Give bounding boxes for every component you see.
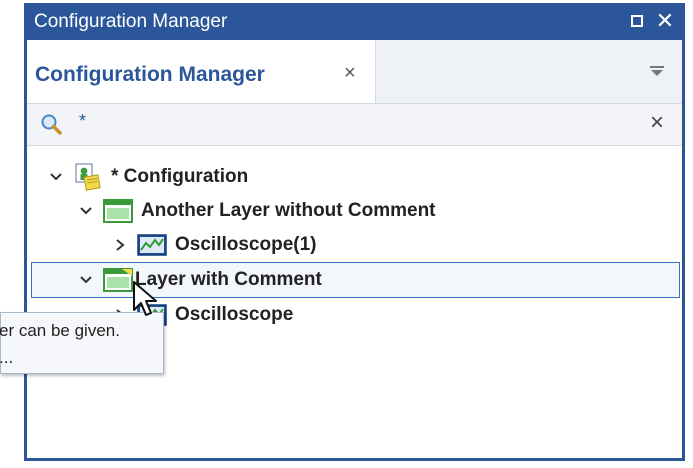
tooltip-line-1: er can be given.: [0, 321, 120, 340]
window-close-button[interactable]: ✕: [653, 9, 677, 33]
window-titlebar[interactable]: Configuration Manager ✕: [24, 3, 685, 40]
tab-label: Configuration Manager: [35, 63, 265, 86]
chevron-down-icon[interactable]: [79, 204, 93, 218]
comment-tooltip: er can be given. ...: [0, 312, 164, 374]
chevron-right-icon[interactable]: [113, 238, 127, 252]
close-icon: ✕: [655, 8, 675, 33]
window-title: Configuration Manager: [34, 11, 228, 32]
restore-button[interactable]: [625, 9, 649, 33]
oscilloscope-icon: [137, 234, 167, 256]
panel-client-area: Configuration Manager × * × * Configurat…: [27, 40, 682, 458]
mouse-cursor-icon: [133, 281, 157, 316]
tree-item-configuration[interactable]: * Configuration: [49, 160, 248, 194]
chevron-down-icon[interactable]: [79, 273, 93, 287]
layer-icon: [103, 199, 133, 223]
tree-label: Oscilloscope: [175, 304, 294, 325]
restore-icon: [631, 15, 643, 27]
tree-label: Another Layer without Comment: [141, 200, 436, 221]
tooltip-line-2: ...: [0, 348, 14, 367]
configuration-tree: * Configuration Another Layer without Co…: [27, 148, 682, 458]
tab-close-icon[interactable]: ×: [344, 62, 356, 85]
tree-label: Layer with Comment: [135, 269, 322, 290]
tab-strip: Configuration Manager ×: [27, 40, 682, 104]
layer-icon: [103, 268, 133, 292]
search-bar: * ×: [27, 104, 682, 146]
configuration-icon: [75, 163, 101, 191]
menu-dropdown-icon[interactable]: [650, 66, 664, 78]
search-input[interactable]: *: [79, 111, 86, 132]
tree-item-layer-with-comment[interactable]: Layer with Comment: [31, 262, 680, 298]
configuration-manager-window: Configuration Manager ✕ Configuration Ma…: [24, 3, 685, 461]
search-icon: [41, 114, 62, 135]
tree-label: * Configuration: [111, 166, 249, 187]
chevron-down-icon[interactable]: [49, 170, 63, 184]
tree-label: Oscilloscope(1): [175, 234, 317, 255]
tab-configuration-manager[interactable]: Configuration Manager ×: [27, 40, 376, 103]
tree-item-oscilloscope-1[interactable]: Oscilloscope(1): [113, 228, 317, 262]
search-clear-icon[interactable]: ×: [650, 109, 664, 137]
tree-item-another-layer[interactable]: Another Layer without Comment: [79, 194, 436, 228]
